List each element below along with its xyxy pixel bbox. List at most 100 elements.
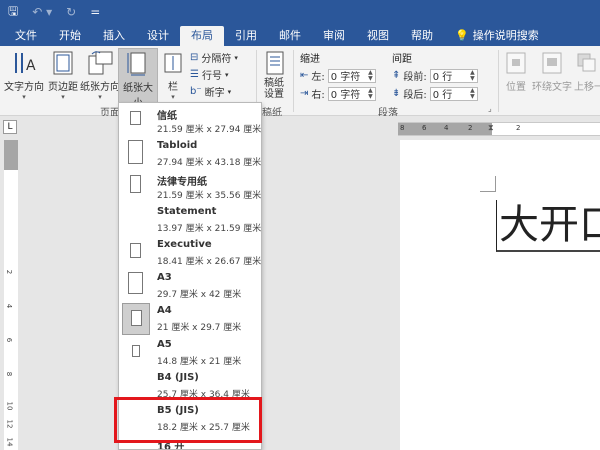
ruler-number: 10 bbox=[5, 401, 14, 411]
paper-size-option-tabloid[interactable]: Tabloid 27.94 厘米 x 43.18 厘米 bbox=[119, 138, 261, 171]
line-numbers-button[interactable]: ☰ 行号 ▾ bbox=[190, 67, 228, 82]
indent-right-input[interactable]: 0 字符 ▲ ▼ bbox=[327, 86, 376, 101]
spin-arrows-icon[interactable]: ▲ ▼ bbox=[368, 69, 373, 82]
wrap-text-label: 环绕文字 bbox=[532, 82, 572, 93]
paper-size-option-a3[interactable]: A3 29.7 厘米 x 42 厘米 bbox=[119, 270, 261, 303]
spacing-after-label: 段后: bbox=[403, 90, 427, 101]
hyphenation-icon: b⁻ bbox=[190, 86, 202, 97]
chevron-down-icon: ▾ bbox=[227, 87, 232, 96]
lightbulb-icon: 💡 bbox=[455, 29, 469, 42]
wrap-text-button[interactable]: 环绕文字 bbox=[532, 50, 572, 93]
tab-references[interactable]: 引用 bbox=[224, 26, 268, 46]
paper-icon bbox=[130, 175, 141, 193]
tab-layout[interactable]: 布局 bbox=[180, 26, 224, 46]
paper-icon bbox=[130, 111, 141, 125]
ruler-number: 14 bbox=[5, 437, 14, 447]
indent-left-icon: ⇤ bbox=[300, 70, 309, 81]
paper-size-option-a4[interactable]: A4 21 厘米 x 29.7 厘米 bbox=[119, 303, 261, 336]
margins-icon bbox=[49, 50, 77, 76]
paper-size-option-letter[interactable]: 信纸 21.59 厘米 x 27.94 厘米 bbox=[119, 105, 261, 138]
spacing-before-input[interactable]: 0 行 ▲ ▼ bbox=[429, 68, 478, 83]
paper-size-button[interactable]: 纸张大小 ▾ bbox=[118, 48, 158, 117]
tab-mailings[interactable]: 邮件 bbox=[268, 26, 312, 46]
spin-arrows-icon[interactable]: ▲ ▼ bbox=[470, 69, 475, 82]
paper-thumb bbox=[122, 171, 150, 203]
ribbon: A 文字方向 ▾ 页边距 ▾ 纸张方向 ▾ 纸张大小 ▾ 栏 ▾ ⊟ bbox=[0, 46, 600, 119]
customize-icon[interactable]: = bbox=[90, 5, 100, 19]
redo-icon[interactable]: ↻ bbox=[66, 5, 76, 19]
paper-size-dims: 21.59 厘米 x 35.56 厘米 bbox=[157, 191, 262, 201]
indent-right-icon: ⇥ bbox=[300, 88, 309, 99]
paper-size-option-statement[interactable]: Statement 13.97 厘米 x 21.59 厘米 bbox=[119, 204, 261, 237]
tab-help[interactable]: 帮助 bbox=[400, 26, 444, 46]
tell-me-search[interactable]: 💡 操作说明搜索 bbox=[444, 26, 550, 46]
paper-size-option-a5[interactable]: A5 14.8 厘米 x 21 厘米 bbox=[119, 337, 261, 370]
manuscript-settings-button[interactable]: 稿纸设置 bbox=[260, 50, 290, 100]
tab-selector[interactable]: L bbox=[3, 120, 17, 134]
ruler-number: 2 bbox=[468, 124, 473, 132]
highlight-box bbox=[114, 397, 262, 443]
ruler-number: 2 bbox=[5, 269, 14, 275]
document-page[interactable] bbox=[400, 140, 600, 450]
chevron-down-icon: ▾ bbox=[98, 93, 102, 101]
undo-icon[interactable]: ↶ ▾ bbox=[32, 5, 52, 19]
tab-design[interactable]: 设计 bbox=[136, 26, 180, 46]
columns-button[interactable]: 栏 ▾ bbox=[162, 50, 184, 101]
spacing-before-icon: ⇞ bbox=[392, 70, 401, 81]
ruler-number: 12 bbox=[5, 419, 14, 429]
tab-file[interactable]: 文件 bbox=[4, 26, 48, 46]
paper-size-name: Executive bbox=[157, 239, 212, 250]
spin-arrows-icon[interactable]: ▲ ▼ bbox=[470, 87, 475, 100]
ruler-number: 4 bbox=[444, 124, 449, 132]
text-direction-icon: A bbox=[10, 50, 38, 76]
spin-arrows-icon[interactable]: ▲ ▼ bbox=[368, 87, 373, 100]
spacing-header: 间距 bbox=[392, 54, 412, 65]
tab-view[interactable]: 视图 bbox=[356, 26, 400, 46]
save-icon[interactable]: 🖫 bbox=[8, 2, 18, 23]
paper-icon bbox=[128, 140, 143, 164]
text-direction-button[interactable]: A 文字方向 ▾ bbox=[4, 50, 44, 101]
indent-left-input[interactable]: 0 字符 ▲ ▼ bbox=[327, 68, 376, 83]
manuscript-icon bbox=[261, 50, 289, 76]
ruler-number: 8 bbox=[400, 124, 405, 132]
dialog-launcher-icon[interactable]: ⌟ bbox=[488, 104, 492, 113]
orientation-button[interactable]: 纸张方向 ▾ bbox=[80, 50, 120, 101]
position-button[interactable]: 位置 bbox=[502, 50, 530, 93]
paper-size-dims: 21.59 厘米 x 27.94 厘米 bbox=[157, 125, 262, 135]
tab-insert[interactable]: 插入 bbox=[92, 26, 136, 46]
indent-left: ⇤ 左: 0 字符 ▲ ▼ bbox=[300, 68, 376, 83]
paper-size-name: 法律专用纸 bbox=[157, 177, 207, 188]
paper-size-dims: 13.97 厘米 x 21.59 厘米 bbox=[157, 224, 262, 234]
bring-forward-button[interactable]: 上移一 bbox=[574, 50, 600, 93]
tab-home[interactable]: 开始 bbox=[48, 26, 92, 46]
document-text[interactable]: 大开口 bbox=[496, 200, 600, 252]
spacing-after-input[interactable]: 0 行 ▲ ▼ bbox=[429, 86, 478, 101]
breaks-button[interactable]: ⊟ 分隔符 ▾ bbox=[190, 50, 238, 65]
spacing-after-icon: ⇟ bbox=[392, 88, 401, 99]
paper-thumb bbox=[122, 337, 150, 369]
line-numbers-label: 行号 bbox=[201, 71, 222, 82]
ribbon-tabs: 文件 开始 插入 设计 布局 引用 邮件 审阅 视图 帮助 💡 操作说明搜索 bbox=[0, 24, 600, 46]
ruler-margin bbox=[4, 140, 18, 170]
spacing-before-label: 段前: bbox=[403, 72, 427, 83]
indent-right-label: 右: bbox=[311, 90, 325, 101]
paper-size-name: 信纸 bbox=[157, 111, 177, 122]
indent-right: ⇥ 右: 0 字符 ▲ ▼ bbox=[300, 86, 376, 101]
tab-review[interactable]: 审阅 bbox=[312, 26, 356, 46]
group-divider bbox=[293, 50, 294, 112]
paper-size-name: A4 bbox=[157, 305, 172, 316]
paper-size-option-executive[interactable]: Executive 18.41 厘米 x 26.67 厘米 bbox=[119, 237, 261, 270]
svg-text:A: A bbox=[26, 58, 36, 74]
tell-me-label: 操作说明搜索 bbox=[472, 29, 539, 42]
position-label: 位置 bbox=[506, 82, 526, 93]
paper-size-option-legal[interactable]: 法律专用纸 21.59 厘米 x 35.56 厘米 bbox=[119, 171, 261, 204]
margins-label: 页边距 bbox=[48, 82, 78, 93]
indent-marker-icon[interactable]: ⧗ bbox=[488, 123, 494, 133]
chevron-down-icon: ▾ bbox=[22, 93, 26, 101]
paper-thumb bbox=[122, 237, 150, 269]
manuscript-label: 稿纸设置 bbox=[264, 78, 284, 100]
margins-button[interactable]: 页边距 ▾ bbox=[46, 50, 80, 101]
columns-label: 栏 bbox=[168, 82, 178, 93]
hyphenation-button[interactable]: b⁻ 断字 ▾ bbox=[190, 84, 231, 99]
paper-size-dims: 21 厘米 x 29.7 厘米 bbox=[157, 323, 242, 333]
